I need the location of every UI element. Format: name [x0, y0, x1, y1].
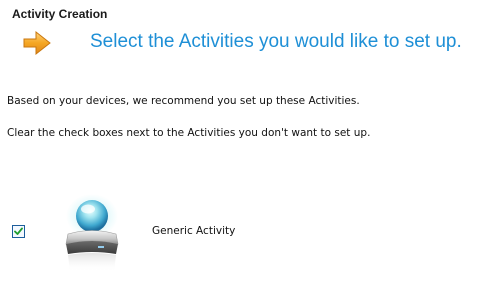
- page-headline: Select the Activities you would like to …: [90, 31, 462, 52]
- activity-row-generic: Generic Activity: [0, 194, 496, 284]
- instruction-text: Clear the check boxes next to the Activi…: [7, 127, 371, 139]
- window-title: Activity Creation: [12, 7, 108, 21]
- orange-arrow-icon: [23, 30, 51, 56]
- generic-activity-checkbox[interactable]: [12, 225, 25, 238]
- generic-activity-label: Generic Activity: [152, 225, 236, 237]
- generic-activity-icon: [65, 194, 119, 272]
- checkmark-icon: [14, 227, 23, 235]
- recommendation-text: Based on your devices, we recommend you …: [7, 95, 360, 107]
